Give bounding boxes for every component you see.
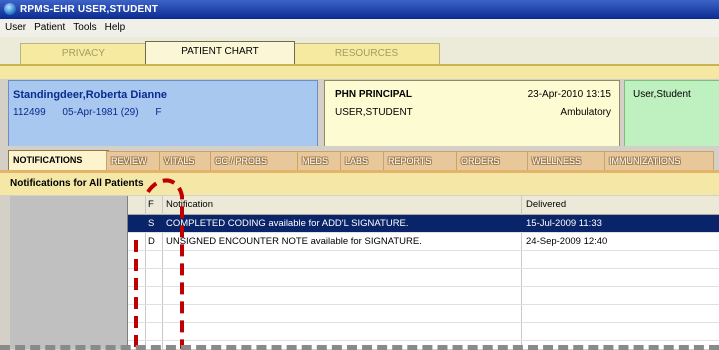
tab-divider — [0, 64, 719, 66]
row-delivered: 15-Jul-2009 11:33 — [526, 218, 602, 229]
top-tab-strip: PRIVACY RESOURCES PATIENT CHART — [0, 37, 719, 79]
visit-title: PHN PRINCIPAL — [335, 89, 413, 100]
row-delivered: 24-Sep-2009 12:40 — [526, 236, 608, 247]
tab-cc-probs[interactable]: CC / PROBS — [210, 151, 300, 171]
visit-type: Ambulatory — [560, 107, 611, 118]
col-notification[interactable]: Notification — [166, 199, 213, 210]
tab-patient-chart[interactable]: PATIENT CHART — [145, 41, 295, 65]
top-tab-backdrop — [0, 66, 719, 79]
table-row[interactable]: D UNSIGNED ENCOUNTER NOTE available for … — [128, 233, 719, 251]
tab-reports[interactable]: REPORTS — [383, 151, 459, 171]
chart-tab-strip: NOTIFICATIONS REVIEW VITALS CC / PROBS M… — [0, 150, 719, 172]
tab-meds[interactable]: MEDS — [297, 151, 343, 171]
patient-details: 112499 05-Apr-1981 (29) F — [13, 107, 175, 118]
patient-name: Standingdeer,Roberta Dianne — [13, 89, 168, 101]
table-row-empty — [128, 287, 719, 305]
table-row[interactable]: S COMPLETED CODING available for ADD'L S… — [128, 215, 719, 233]
menu-patient[interactable]: Patient — [30, 19, 69, 37]
patient-banner[interactable]: Standingdeer,Roberta Dianne 112499 05-Ap… — [8, 80, 318, 148]
app-globe-icon — [4, 3, 16, 15]
row-notification: COMPLETED CODING available for ADD'L SIG… — [166, 218, 409, 229]
menu-user[interactable]: User — [0, 19, 30, 37]
tab-resources[interactable]: RESOURCES — [293, 43, 440, 64]
visit-datetime: 23-Apr-2010 13:15 — [527, 89, 611, 100]
grid-header: F Notification Delivered — [128, 196, 719, 215]
torn-edge — [0, 345, 719, 350]
menu-bar: User Patient Tools Help — [0, 19, 719, 37]
window-title: RPMS-EHR USER,STUDENT — [20, 4, 159, 15]
table-row-empty — [128, 323, 719, 341]
row-notification: UNSIGNED ENCOUNTER NOTE available for SI… — [166, 236, 422, 247]
tab-privacy[interactable]: PRIVACY — [20, 43, 147, 64]
patient-sex: F — [155, 107, 162, 118]
menu-help[interactable]: Help — [101, 19, 130, 37]
patient-id: 112499 — [13, 107, 46, 118]
col-flag[interactable]: F — [148, 199, 154, 210]
tab-labs[interactable]: LABS — [340, 151, 386, 171]
tab-vitals[interactable]: VITALS — [159, 151, 213, 171]
visit-user: USER,STUDENT — [335, 107, 413, 118]
notifications-header: Notifications for All Patients — [0, 173, 719, 195]
notifications-title: Notifications for All Patients — [10, 178, 144, 189]
tab-wellness[interactable]: WELLNESS — [527, 151, 607, 171]
provider-name: User,Student — [633, 89, 691, 100]
col-delivered[interactable]: Delivered — [526, 199, 566, 210]
visit-panel[interactable]: PHN PRINCIPAL USER,STUDENT 23-Apr-2010 1… — [324, 80, 620, 148]
left-pane — [10, 196, 128, 349]
menu-tools[interactable]: Tools — [69, 19, 100, 37]
tab-immunizations[interactable]: IMMUNIZATIONS — [604, 151, 714, 171]
tab-notifications[interactable]: NOTIFICATIONS — [8, 150, 109, 172]
table-row-empty — [128, 251, 719, 269]
patient-dob: 05-Apr-1981 (29) — [62, 107, 139, 118]
row-flag: D — [148, 236, 155, 247]
notifications-grid[interactable]: F Notification Delivered S COMPLETED COD… — [128, 196, 719, 349]
tab-review[interactable]: REVIEW — [106, 151, 162, 171]
table-row-empty — [128, 305, 719, 323]
tab-orders[interactable]: ORDERS — [456, 151, 530, 171]
row-flag: S — [148, 218, 155, 229]
provider-panel[interactable]: User,Student — [624, 80, 719, 148]
table-row-empty — [128, 269, 719, 287]
window-title-bar: RPMS-EHR USER,STUDENT — [0, 0, 719, 19]
